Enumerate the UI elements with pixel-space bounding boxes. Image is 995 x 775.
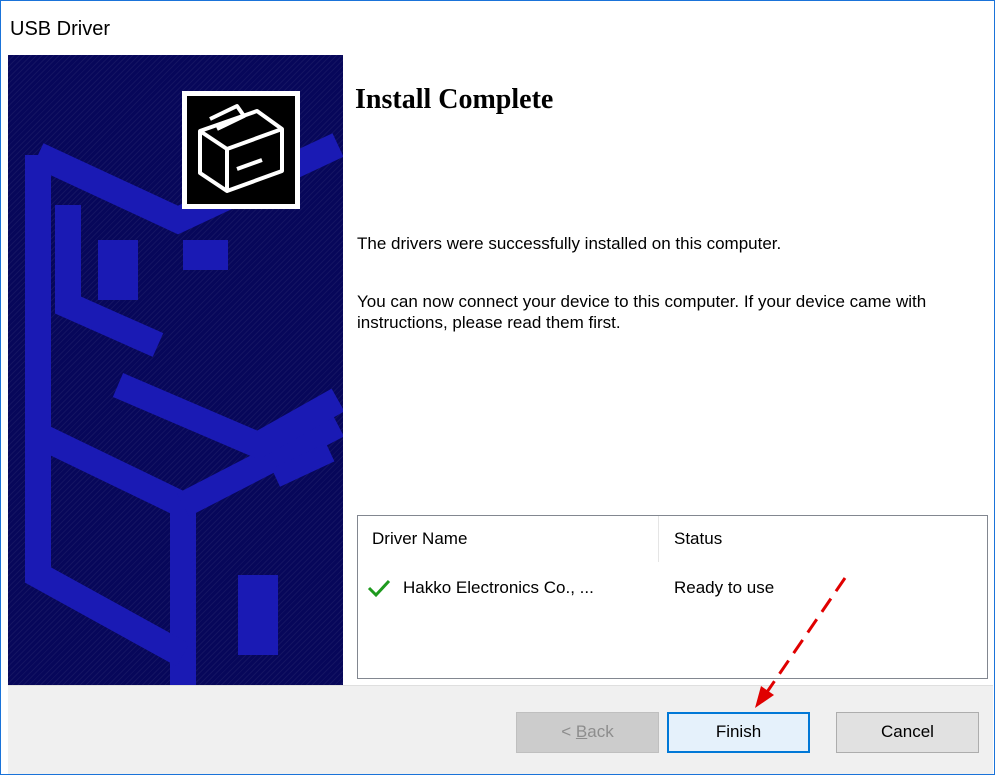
back-label-rest: ack (587, 722, 614, 741)
column-header-status[interactable]: Status (660, 516, 987, 562)
page-title: Install Complete (355, 84, 554, 115)
finish-button[interactable]: Finish (667, 712, 810, 753)
driver-status-cell: Ready to use (674, 578, 775, 597)
back-accelerator: B (575, 722, 588, 741)
cancel-button[interactable]: Cancel (836, 712, 979, 753)
window-title: USB Driver (10, 18, 111, 40)
column-header-driver-name[interactable]: Driver Name (358, 516, 659, 562)
driver-list[interactable]: Driver Name Status Hakko Electronics Co.… (357, 515, 988, 679)
back-button[interactable]: < Back (516, 712, 659, 753)
wizard-banner (8, 55, 343, 685)
driver-name-cell: Hakko Electronics Co., ... (403, 578, 594, 597)
table-header: Driver Name Status (358, 516, 987, 562)
success-message: The drivers were successfully installed … (357, 234, 782, 253)
checkmark-icon (367, 579, 391, 598)
instructions-message: You can now connect your device to this … (357, 292, 927, 332)
title-bar: USB Driver (1, 1, 994, 55)
driver-box-icon (182, 91, 300, 209)
table-row[interactable]: Hakko Electronics Co., ... Ready to use (358, 572, 987, 602)
back-prefix: < (561, 722, 576, 741)
